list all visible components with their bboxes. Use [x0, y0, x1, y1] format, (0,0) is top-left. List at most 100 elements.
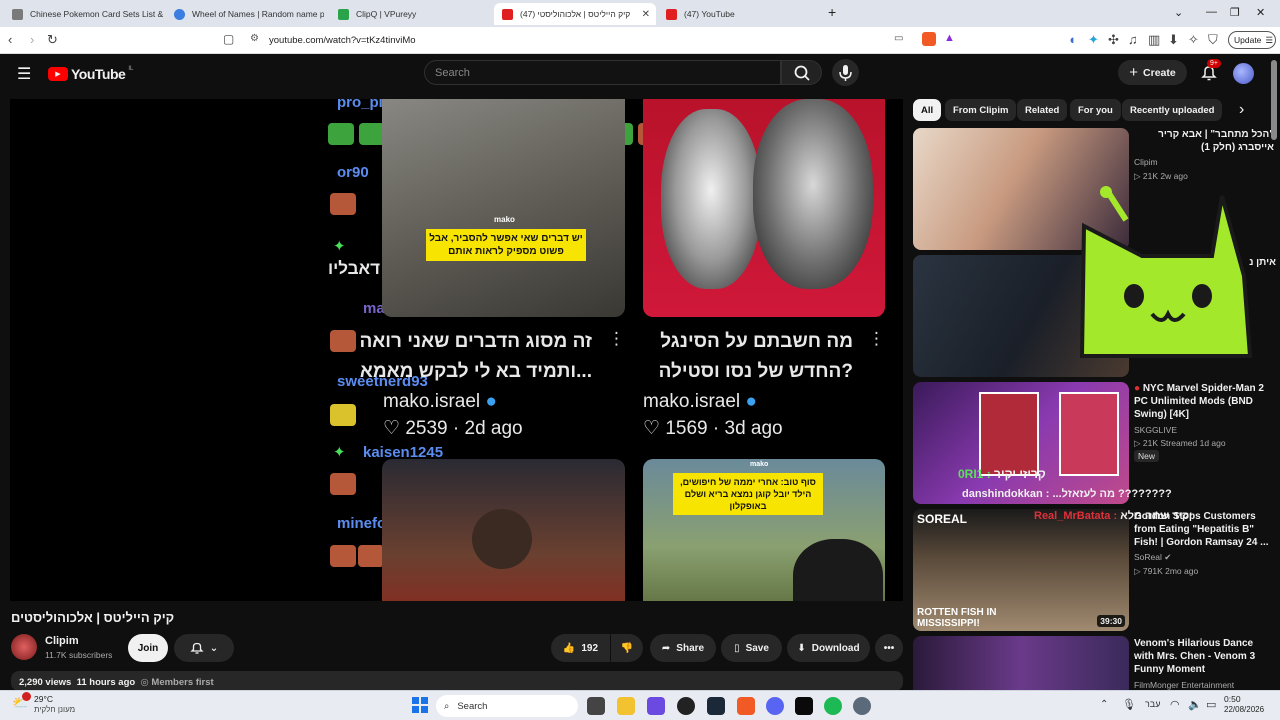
- notifications-button[interactable]: 9+: [1199, 59, 1221, 83]
- share-button[interactable]: ➦ Share: [650, 634, 716, 662]
- spotify-icon[interactable]: [824, 697, 842, 715]
- live-dot-icon: ●: [1134, 383, 1141, 394]
- steam-icon[interactable]: [707, 697, 725, 715]
- recommendation-thumbnail[interactable]: SOREAL ROTTEN FISH IN MISSISSIPPI! 39:30: [913, 509, 1129, 631]
- recommendation-channel[interactable]: SoReal ✔: [1134, 552, 1171, 563]
- discord-icon[interactable]: [766, 697, 784, 715]
- chip-for-you[interactable]: For you: [1070, 99, 1121, 121]
- rewards-icon[interactable]: ▲: [944, 32, 955, 44]
- recommendation-title[interactable]: Venom's Hilarious Dance with Mrs. Chen -…: [1134, 637, 1274, 676]
- tab-youtube-video[interactable]: קיק הייליטס | אלכוהוליסטי (47) ✕: [494, 3, 656, 25]
- extension-icon[interactable]: ◖: [1068, 32, 1076, 47]
- task-view-icon[interactable]: [587, 697, 605, 715]
- wifi-icon[interactable]: ◠: [1170, 698, 1180, 711]
- tab-clipq[interactable]: ClipQ | VPureyy: [330, 3, 488, 25]
- chip-recently-uploaded[interactable]: Recently uploaded: [1122, 99, 1223, 121]
- tab-youtube-home[interactable]: (47) YouTube: [658, 3, 814, 25]
- chip-all[interactable]: All: [913, 99, 942, 121]
- thumbnail-logo: SOREAL: [917, 512, 968, 526]
- vpn-icon[interactable]: ⛉: [1208, 32, 1218, 48]
- chip-related[interactable]: Related: [1017, 99, 1068, 121]
- language-indicator[interactable]: עבר: [1145, 699, 1160, 709]
- back-icon[interactable]: ‹: [8, 32, 12, 47]
- more-options-icon[interactable]: ⋮: [608, 329, 625, 349]
- recommendation-thumbnail[interactable]: [913, 382, 1129, 504]
- reel-thumbnail-street[interactable]: mako יש דברים שאי אפשר להסביר, אבל פשוט …: [382, 99, 625, 317]
- more-options-icon[interactable]: ⋮: [868, 329, 885, 349]
- brave-icon[interactable]: [737, 697, 755, 715]
- new-tab-button[interactable]: +: [828, 4, 836, 20]
- tab-pokemon-cards[interactable]: Chinese Pokemon Card Sets List & P: [4, 3, 164, 25]
- hamburger-menu-icon[interactable]: ☰: [17, 64, 31, 84]
- recommendation-title[interactable]: "הכל מתחבר" | אבא קריר אייסברג (חלק 1): [1134, 128, 1274, 154]
- music-icon[interactable]: ♫: [1128, 32, 1138, 47]
- app-icon[interactable]: [647, 697, 665, 715]
- reel-thumbnail-graduate[interactable]: [382, 459, 625, 601]
- puzzle-icon[interactable]: ✣: [1108, 32, 1119, 48]
- save-button[interactable]: ▯ Save: [721, 634, 782, 662]
- site-settings-icon[interactable]: ⚙: [250, 33, 259, 44]
- like-button[interactable]: 👍 192: [551, 634, 610, 662]
- subscribe-bell-button[interactable]: ⌄: [174, 634, 234, 662]
- reel-thumbnail-singers[interactable]: [643, 99, 885, 317]
- minimize-icon[interactable]: —: [1206, 6, 1217, 18]
- reel-thumbnail-rescue[interactable]: mako סוף טוב: אחרי יממה של חיפושים, הילד…: [643, 459, 885, 601]
- search-button[interactable]: [781, 60, 822, 85]
- close-window-icon[interactable]: ✕: [1256, 6, 1265, 19]
- bookmark-icon[interactable]: ▢: [223, 32, 234, 46]
- recommendation-title[interactable]: ● NYC Marvel Spider-Man 2 PC Unlimited M…: [1134, 382, 1274, 421]
- youtube-logo[interactable]: ▶ YouTube IL: [48, 66, 133, 82]
- recommendation-title[interactable]: Gordon Stops Customers from Eating "Hepa…: [1134, 510, 1274, 549]
- channel-name[interactable]: Clipim: [45, 635, 79, 647]
- game-poster-right: [1059, 392, 1119, 476]
- tab-wheel-of-names[interactable]: Wheel of Names | Random name pic: [166, 3, 324, 25]
- recommendation-channel[interactable]: FilmMonger Entertainment: [1134, 680, 1234, 690]
- terminal-icon[interactable]: [795, 697, 813, 715]
- account-avatar[interactable]: [1233, 63, 1254, 84]
- dislike-button[interactable]: 👎: [611, 634, 643, 662]
- voice-search-button[interactable]: [832, 59, 859, 86]
- search-input[interactable]: Search: [424, 60, 781, 85]
- video-player[interactable]: pro_pixel12 or90 ✦ קק דאבליו max32678 sw…: [10, 99, 903, 601]
- channel-avatar[interactable]: [11, 634, 37, 660]
- github-icon[interactable]: [677, 697, 695, 715]
- recommendation-channel[interactable]: SKGGLIVE: [1134, 425, 1177, 435]
- update-button[interactable]: Update ☰: [1228, 31, 1276, 49]
- battery-icon[interactable]: ▭: [1206, 698, 1216, 711]
- windows-start-icon[interactable]: [412, 697, 428, 713]
- create-button[interactable]: + Create: [1118, 60, 1187, 85]
- more-actions-button[interactable]: •••: [875, 634, 903, 662]
- clock-time[interactable]: 0:50: [1224, 694, 1241, 704]
- face-emote-icon: [330, 193, 356, 215]
- downloads-icon[interactable]: ⬇: [1168, 32, 1179, 48]
- recommendation-thumbnail[interactable]: [913, 636, 1129, 690]
- cast-icon[interactable]: ▭: [894, 33, 903, 44]
- file-explorer-icon[interactable]: [617, 697, 635, 715]
- description-box[interactable]: 2,290 views 11 hours ago ◎ Members first: [11, 671, 903, 691]
- translate-icon[interactable]: ✦: [1088, 32, 1099, 48]
- recommendation-channel[interactable]: Clipim: [1134, 157, 1158, 167]
- settings-icon[interactable]: [853, 697, 871, 715]
- reload-icon[interactable]: ↻: [47, 32, 58, 48]
- sidebar-icon[interactable]: ▥: [1148, 32, 1160, 48]
- taskbar-search[interactable]: ⌕ Search: [436, 695, 578, 717]
- face-emote-icon: [330, 330, 356, 352]
- brave-shield-icon[interactable]: [922, 32, 936, 46]
- page-scrollbar[interactable]: [1271, 60, 1277, 140]
- post-account: mako.israel ●: [383, 391, 497, 412]
- leo-ai-icon[interactable]: ✧: [1188, 32, 1199, 48]
- maximize-icon[interactable]: ❐: [1230, 6, 1240, 19]
- chevron-right-icon[interactable]: ›: [1239, 101, 1244, 119]
- chevron-up-icon[interactable]: ⌃: [1100, 699, 1108, 710]
- forward-icon[interactable]: ›: [30, 32, 34, 47]
- clock-date[interactable]: 22/08/2026: [1224, 705, 1264, 714]
- download-button[interactable]: ⬇ Download: [787, 634, 870, 662]
- tab-search-icon[interactable]: ⌄: [1174, 6, 1183, 19]
- microphone-icon[interactable]: 🎙: [1122, 698, 1136, 711]
- join-button[interactable]: Join: [128, 634, 168, 662]
- close-tab-icon[interactable]: ✕: [642, 9, 650, 20]
- chip-from-clipim[interactable]: From Clipim: [945, 99, 1017, 121]
- volume-icon[interactable]: 🔈: [1188, 698, 1202, 711]
- address-bar[interactable]: ⚙ youtube.com/watch?v=tKz4tinviMo ▭ ▲: [244, 30, 964, 51]
- game-poster-left: [979, 392, 1039, 476]
